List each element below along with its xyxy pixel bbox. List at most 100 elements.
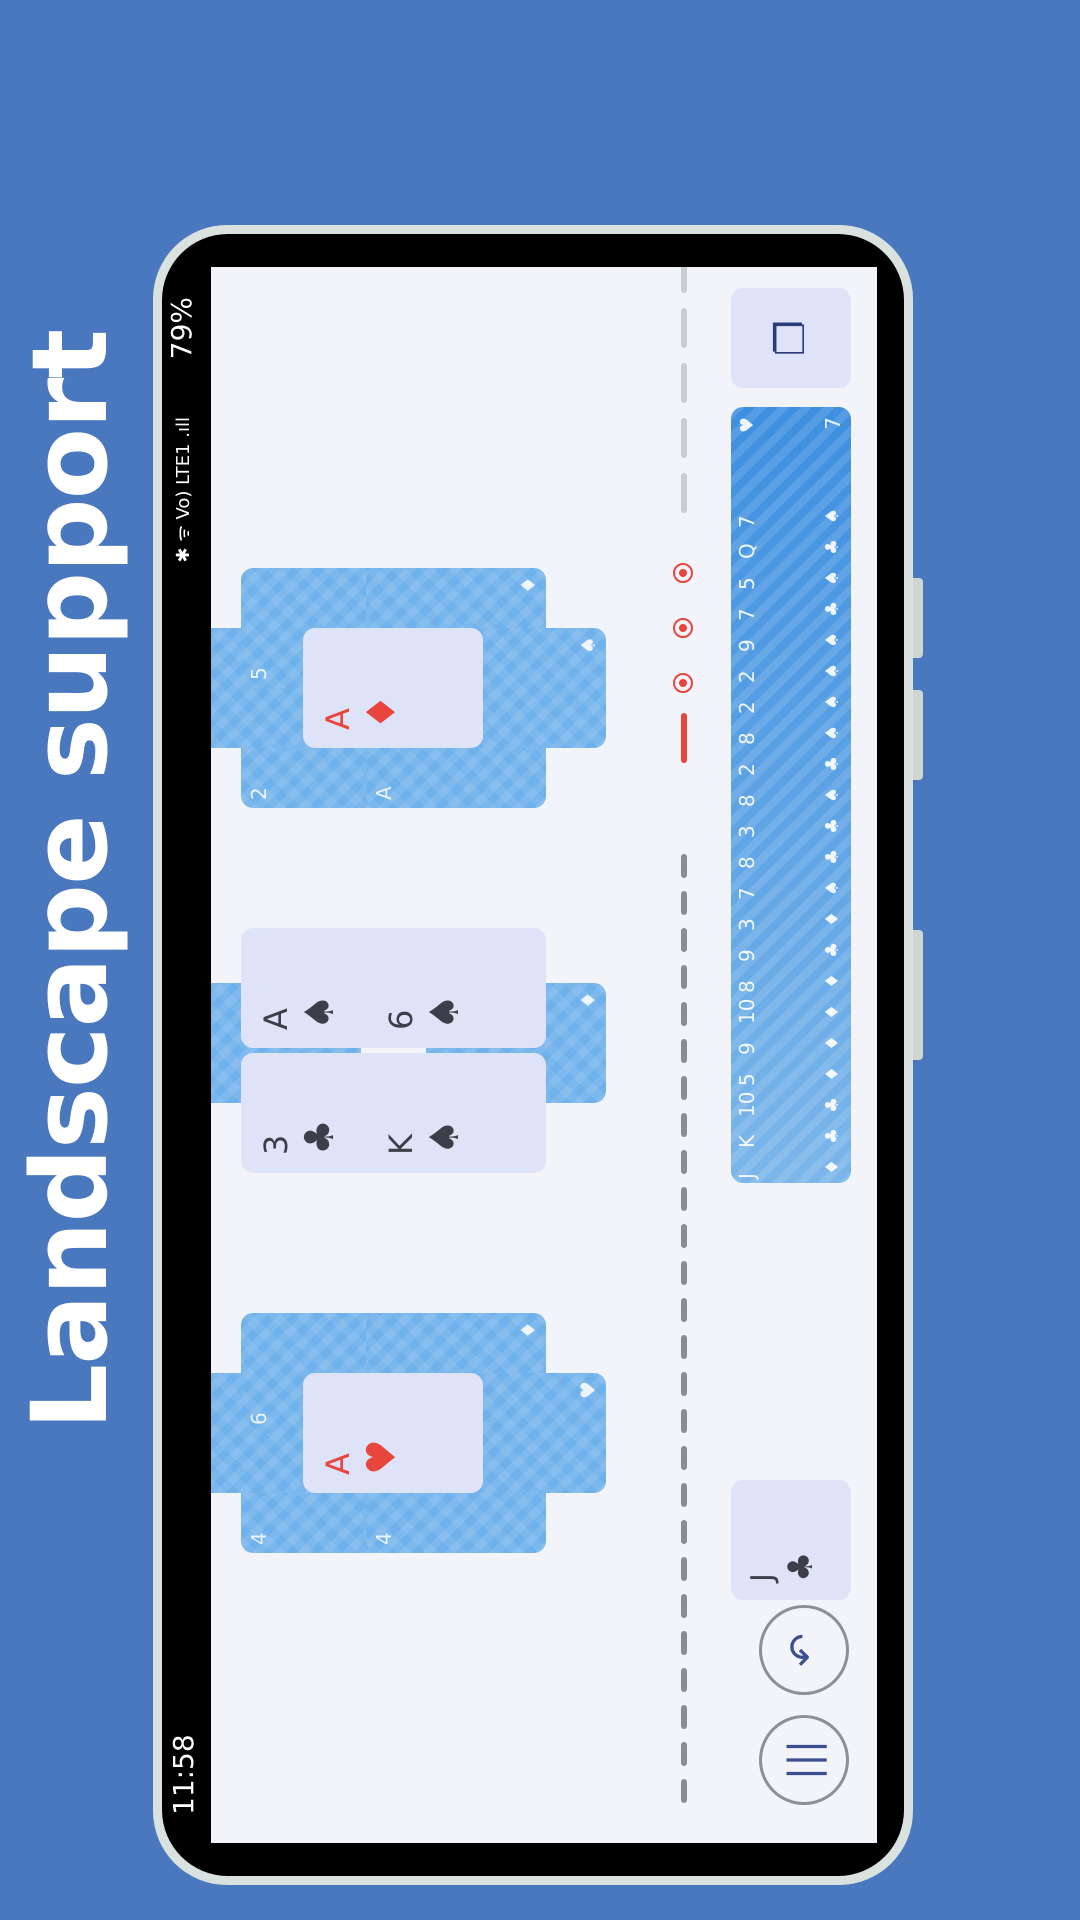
card-rank: J [745, 1573, 780, 1582]
timeline-segment [681, 1261, 687, 1285]
card-suit: ♣ [822, 1127, 843, 1144]
stock-card: 5 ♦ [731, 1059, 851, 1090]
stock-card: 2 ♠ [731, 687, 851, 718]
timeline-segment [681, 1409, 687, 1433]
card-rank: Q [735, 543, 759, 559]
card-suit: ♠ [822, 507, 843, 524]
card-rank: 10 [735, 998, 759, 1024]
card-suit: ♠ [422, 1119, 468, 1155]
card-rank: A [319, 1453, 357, 1475]
waste-card[interactable]: J ♣ [731, 1480, 851, 1600]
card-suit: ♦ [822, 1158, 843, 1175]
card-rank: 8 [735, 856, 759, 869]
card-suit: ♥ [359, 1439, 405, 1475]
timeline-segment [681, 1557, 687, 1581]
card-suit: ♠ [297, 994, 343, 1030]
stock-card: 10 ♦ [731, 997, 851, 1028]
timeline-segment [681, 1631, 687, 1655]
stock-card: 8 ♦ [731, 966, 851, 997]
timeline-segment-future [681, 473, 687, 513]
card-rank: 4 [372, 1532, 396, 1545]
card-rank: 7 [821, 417, 845, 430]
card-suit: ♥ [737, 417, 758, 434]
timeline-segment [681, 1187, 687, 1211]
middle-card-face[interactable]: 6 ♠ [366, 928, 546, 1048]
status-icons: ✱ ᯤ Vo) LTE1 .ıll [173, 417, 194, 563]
timeline-segment [681, 1483, 687, 1507]
card-rank: A [319, 708, 357, 730]
stock-card: J ♦ [731, 1152, 851, 1183]
stock-card: 7 ♠ [731, 501, 851, 532]
timeline-segment [681, 1705, 687, 1729]
timeline-segment [681, 1002, 687, 1026]
card-suit: ♦ [516, 1321, 540, 1339]
card-rank: 6 [247, 1412, 271, 1425]
card-suit: ♠ [822, 662, 843, 679]
menu-button[interactable]: ||| [759, 1715, 849, 1805]
card-rank: A [257, 1008, 295, 1030]
stock-card: 2 ♣ [731, 749, 851, 780]
card-rank: J [735, 1173, 759, 1179]
card-suit: ♦ [576, 991, 600, 1009]
timeline-segment [681, 1150, 687, 1174]
card-rank: 8 [735, 794, 759, 807]
timeline-segment [681, 1224, 687, 1248]
timeline-segment [681, 1076, 687, 1100]
stock-card: Q ♣ [731, 532, 851, 563]
timeline-segment-future [681, 308, 687, 348]
card-rank: 6 [382, 1009, 420, 1030]
card-suit: ♠ [822, 693, 843, 710]
card-suit: ♠ [422, 994, 468, 1030]
card-rank: 7 [735, 608, 759, 621]
stock-card: 9 ♦ [731, 1028, 851, 1059]
timeline-target-dot [673, 673, 693, 693]
card-rank: 7 [735, 515, 759, 528]
status-time: 11:58 [167, 1734, 200, 1815]
card-rank: 9 [735, 639, 759, 652]
card-rank: 3 [257, 1134, 295, 1155]
stock-pile[interactable]: J ♦ K ♣ 10 ♣ 5 ♦ 9 ♦ 10 ♦ 8 ♦ 9 ♣ 3 ♦ 7 ♠ 8 ♣ 3 ♣ 8 ♠ 2 ♣ 8 ♠ 2 ♠ 2 ♠ 9 ♠ 7 ♣… [731, 407, 851, 1183]
card-suit: ♠ [822, 724, 843, 741]
timeline-segment [681, 1335, 687, 1359]
timeline-segment-future [681, 363, 687, 403]
card-rank: 9 [735, 949, 759, 962]
card-suit: ♣ [297, 1119, 343, 1155]
card-rank: A [372, 786, 396, 800]
stock-card: 7 ♣ [731, 594, 851, 625]
card-rank: 2 [735, 763, 759, 776]
card-suit: ♣ [822, 1096, 843, 1113]
timeline-segment [681, 1594, 687, 1618]
middle-card-face[interactable]: K ♠ [366, 1053, 546, 1173]
undo-button[interactable]: ↶ [759, 1605, 849, 1695]
left-pile-card-face[interactable]: A ♥ [303, 1373, 483, 1493]
stock-card: 5 ♠ [731, 563, 851, 594]
card-suit: ♣ [822, 817, 843, 834]
card-suit: ♠ [822, 879, 843, 896]
card-rank: 3 [735, 825, 759, 838]
stock-card: 3 ♦ [731, 904, 851, 935]
card-rank: 8 [735, 980, 759, 993]
timeline-segment-future [681, 267, 687, 293]
card-rank: K [735, 1134, 759, 1148]
stock-card: 8 ♠ [731, 718, 851, 749]
card-suit: ♠ [576, 636, 600, 654]
volume-down-button [913, 690, 923, 780]
right-pile-card-face[interactable]: A ♦ [303, 628, 483, 748]
card-rank: 9 [735, 1042, 759, 1055]
timeline-segment [681, 1742, 687, 1766]
card-rank: 2 [735, 670, 759, 683]
timeline-segment [681, 854, 687, 878]
card-rank: 2 [735, 701, 759, 714]
timeline-segment [681, 1039, 687, 1063]
stock-card: 9 ♣ [731, 935, 851, 966]
card-suit: ♦ [359, 694, 405, 730]
timeline-segment [681, 1668, 687, 1692]
volume-up-button [913, 578, 923, 658]
card-suit: ♣ [822, 538, 843, 555]
progress-timeline [673, 267, 693, 1803]
battery-level: 79% [165, 297, 198, 360]
timeline-segment [681, 1779, 687, 1803]
stock-card: 2 ♠ [731, 656, 851, 687]
card-suit: ♣ [822, 848, 843, 865]
deck-icon[interactable]: ❐ [731, 288, 851, 388]
